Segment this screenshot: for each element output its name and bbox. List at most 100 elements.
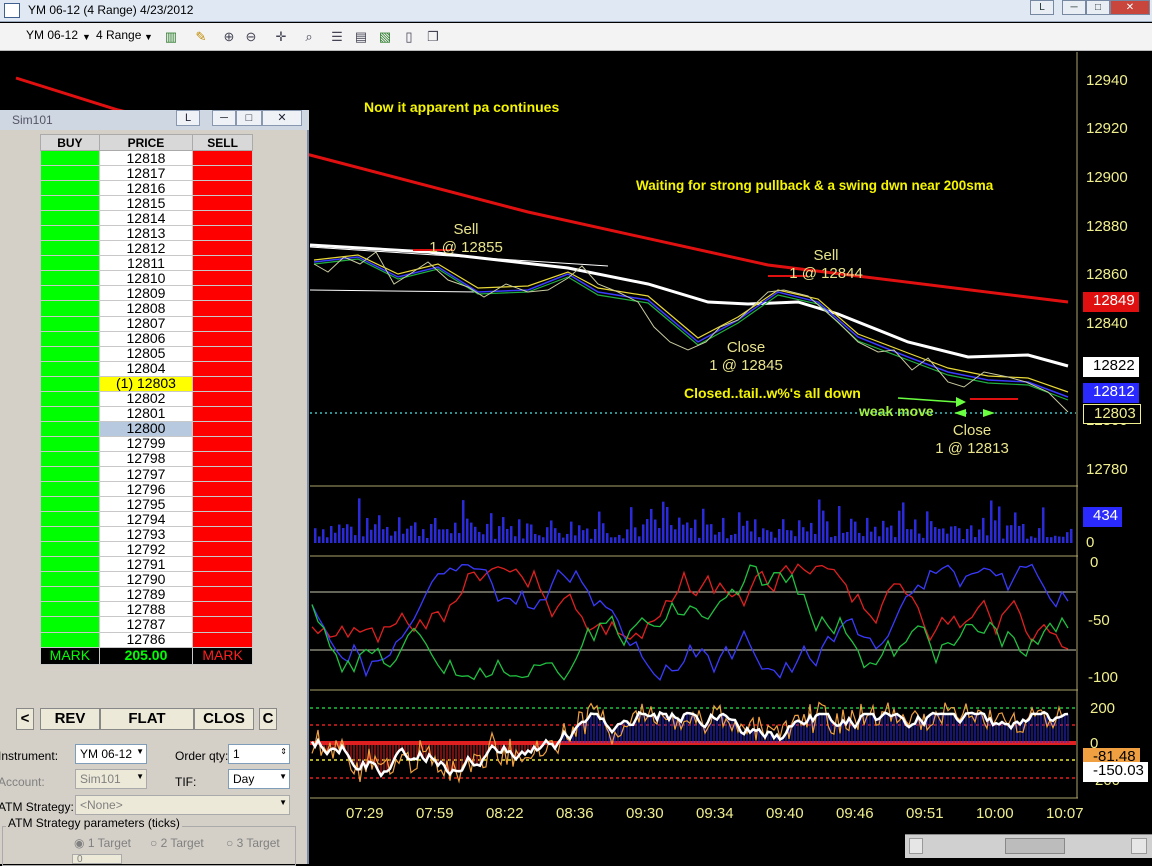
buy-cell[interactable] xyxy=(40,481,100,498)
sell-cell[interactable] xyxy=(192,420,253,437)
price-cell[interactable]: 12787 xyxy=(98,616,194,633)
sell-cell[interactable] xyxy=(192,571,253,588)
sell-cell[interactable] xyxy=(192,225,253,242)
instrument-select[interactable]: YM 06-12 ▼ xyxy=(75,744,147,764)
buy-cell[interactable] xyxy=(40,270,100,287)
copy-icon[interactable]: ❐ xyxy=(424,28,442,45)
scroll-left-icon[interactable] xyxy=(909,838,923,854)
properties-icon[interactable]: ☰ xyxy=(328,28,346,45)
price-cell[interactable]: 12797 xyxy=(98,465,194,483)
sell-cell[interactable] xyxy=(192,210,253,227)
buy-cell[interactable] xyxy=(40,616,100,633)
buy-cell[interactable] xyxy=(40,390,100,407)
buy-cell[interactable] xyxy=(40,450,100,467)
buy-cell[interactable] xyxy=(40,180,100,197)
buy-cell[interactable] xyxy=(40,465,100,483)
buy-cell[interactable] xyxy=(40,285,100,302)
price-cell[interactable]: 12790 xyxy=(98,571,194,588)
buy-cell[interactable] xyxy=(40,405,100,422)
buy-cell[interactable] xyxy=(40,511,100,528)
buy-cell[interactable] xyxy=(40,255,100,272)
sell-cell[interactable] xyxy=(192,315,253,332)
price-cell[interactable]: 12793 xyxy=(98,526,194,543)
buy-cell[interactable] xyxy=(40,165,100,182)
sell-cell[interactable] xyxy=(192,616,253,633)
minimize-button[interactable]: ─ xyxy=(1062,0,1086,15)
buy-cell[interactable] xyxy=(40,631,100,648)
price-cell[interactable]: 12788 xyxy=(98,601,194,618)
price-cell[interactable]: 12796 xyxy=(98,481,194,498)
sell-cell[interactable] xyxy=(192,541,253,558)
sell-cell[interactable] xyxy=(192,526,253,543)
crosshair-icon[interactable]: ✛ xyxy=(272,28,290,45)
zoom-out-icon[interactable]: ⊖ xyxy=(242,28,260,45)
sell-cell[interactable] xyxy=(192,405,253,422)
stop-loss-input[interactable]: 0 xyxy=(72,854,122,865)
sell-cell[interactable] xyxy=(192,511,253,528)
price-cell[interactable]: 12810 xyxy=(98,270,194,287)
buy-cell[interactable] xyxy=(40,496,100,513)
price-cell[interactable]: 12807 xyxy=(98,315,194,332)
sell-cell[interactable] xyxy=(192,375,253,392)
instrument-selector[interactable]: YM 06-12 xyxy=(26,28,78,42)
sell-cell[interactable] xyxy=(192,496,253,513)
target3-radio[interactable]: ○ 3 Target xyxy=(226,836,280,850)
buy-cell[interactable] xyxy=(40,541,100,558)
sell-mark-button[interactable]: MARK xyxy=(192,646,253,665)
account-select[interactable]: Sim101 ▼ xyxy=(75,769,147,789)
buy-cell[interactable] xyxy=(40,300,100,317)
sell-cell[interactable] xyxy=(192,345,253,362)
indicators-icon[interactable]: ▤ xyxy=(352,28,370,45)
buy-mark-button[interactable]: MARK xyxy=(40,646,100,665)
price-cell[interactable]: 12799 xyxy=(98,435,194,452)
price-cell[interactable]: 12801 xyxy=(98,405,194,422)
price-cell[interactable]: 12809 xyxy=(98,285,194,302)
price-cell[interactable]: 12789 xyxy=(98,586,194,603)
price-cell[interactable]: 12818 xyxy=(98,149,194,167)
price-cell[interactable]: 12806 xyxy=(98,330,194,347)
sell-cell[interactable] xyxy=(192,360,253,377)
interval-selector[interactable]: 4 Range xyxy=(96,28,141,42)
magnifier-icon[interactable]: ⌕ xyxy=(300,28,318,45)
price-cell[interactable]: 12794 xyxy=(98,511,194,528)
price-cell[interactable]: 12792 xyxy=(98,541,194,558)
buy-cell[interactable] xyxy=(40,435,100,452)
bar-style-icon[interactable]: ▥ xyxy=(162,28,180,45)
sell-cell[interactable] xyxy=(192,601,253,618)
template-icon[interactable]: ▯ xyxy=(400,28,418,45)
order-qty-input[interactable]: 1 ⇕ xyxy=(228,744,290,764)
sell-cell[interactable] xyxy=(192,556,253,573)
close-button[interactable]: ✕ xyxy=(262,110,302,126)
buy-cell[interactable] xyxy=(40,315,100,332)
price-cell[interactable]: 12805 xyxy=(98,345,194,362)
sell-cell[interactable] xyxy=(192,240,253,257)
buy-cell[interactable] xyxy=(40,210,100,227)
close-button[interactable]: ✕ xyxy=(1110,0,1150,15)
pencil-draw-icon[interactable]: ✎ xyxy=(192,28,210,45)
tif-select[interactable]: Day ▼ xyxy=(228,769,290,789)
sell-cell[interactable] xyxy=(192,586,253,603)
buy-cell[interactable] xyxy=(40,225,100,242)
buy-cell[interactable] xyxy=(40,149,100,167)
sell-cell[interactable] xyxy=(192,450,253,467)
price-cell[interactable]: 12811 xyxy=(98,255,194,272)
pnl-display[interactable]: 205.00 xyxy=(98,646,194,665)
buy-cell[interactable] xyxy=(40,375,100,392)
price-cell[interactable]: 12813 xyxy=(98,225,194,242)
price-cell[interactable]: 12800 xyxy=(98,420,194,437)
buy-cell[interactable] xyxy=(40,586,100,603)
price-cell[interactable]: 12817 xyxy=(98,165,194,182)
buy-cell[interactable] xyxy=(40,345,100,362)
left-button[interactable]: < xyxy=(16,708,34,730)
sell-cell[interactable] xyxy=(192,165,253,182)
target1-radio[interactable]: ◉ 1 Target xyxy=(74,836,131,850)
buy-cell[interactable] xyxy=(40,420,100,437)
buy-cell[interactable] xyxy=(40,556,100,573)
sell-cell[interactable] xyxy=(192,481,253,498)
link-button[interactable]: L xyxy=(176,110,200,126)
buy-cell[interactable] xyxy=(40,360,100,377)
sell-cell[interactable] xyxy=(192,390,253,407)
price-cell[interactable]: 12802 xyxy=(98,390,194,407)
close-position-button[interactable]: CLOS xyxy=(194,708,254,730)
sell-cell[interactable] xyxy=(192,300,253,317)
